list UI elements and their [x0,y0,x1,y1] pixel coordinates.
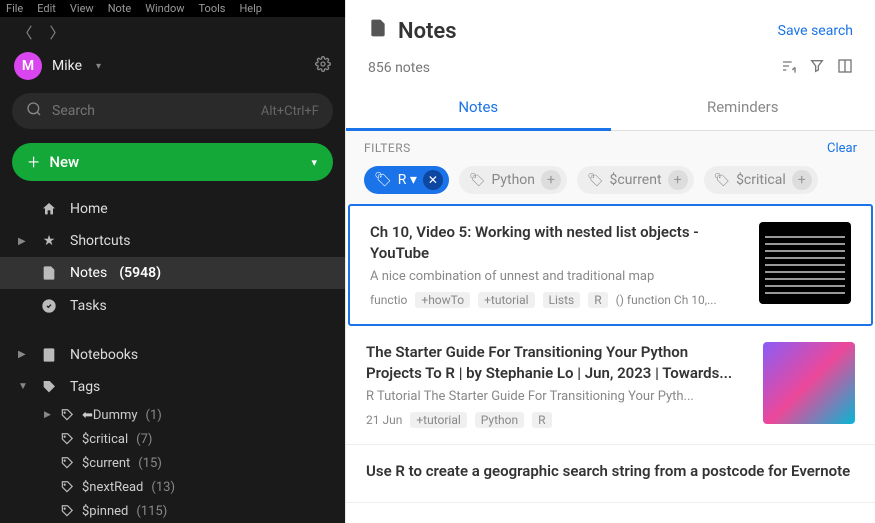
tag-icon: 🏷 [714,173,731,188]
menu-window[interactable]: Window [145,2,184,15]
note-item[interactable]: Ch 10, Video 5: Working with nested list… [348,204,873,326]
note-meta: 21 Jun+tutorialPythonR [366,412,747,428]
nav-tags[interactable]: ▼ Tags [0,371,345,403]
add-filter-icon[interactable]: + [792,170,812,190]
tag-item[interactable]: $critical (7) [34,427,345,451]
menu-view[interactable]: View [70,2,94,15]
filter-chip-active[interactable]: 🏷R ▾✕ [364,166,449,194]
back-button[interactable]: 〈 [14,21,36,43]
tab-notes[interactable]: Notes [346,86,611,131]
search-icon [26,101,42,121]
note-item[interactable]: Use R to create a geographic search stri… [346,445,875,503]
tag-item[interactable]: $pinned (115) [34,499,345,523]
menubar: File Edit View Note Window Tools Help [0,0,345,17]
note-title: Ch 10, Video 5: Working with nested list… [370,222,743,264]
search-shortcut: Alt+Ctrl+F [261,104,319,119]
filter-chip[interactable]: 🏷Python+ [459,166,567,194]
tab-reminders[interactable]: Reminders [611,86,875,130]
caret-right-icon[interactable]: ▶ [18,236,28,247]
nav-shortcuts[interactable]: ▶ ★ Shortcuts [0,225,345,257]
plus-icon: + [28,150,39,174]
tag-item[interactable]: ▶⬅Dummy (1) [34,403,345,427]
sidebar: File Edit View Note Window Tools Help 〈 … [0,0,345,523]
tag-item[interactable]: $current (15) [34,451,345,475]
note-title: Use R to create a geographic search stri… [366,461,855,482]
caret-right-icon[interactable]: ▶ [44,410,52,420]
view-tools [781,58,853,78]
search-input[interactable] [52,103,251,119]
username: Mike [52,58,82,74]
nav-home[interactable]: Home [0,193,345,225]
page-title: Notes [368,18,457,44]
profile-row: M Mike ▾ [0,47,345,85]
note-thumbnail [759,222,851,304]
avatar: M [14,52,42,80]
notes-icon [368,18,388,44]
check-icon [40,298,58,314]
home-icon [40,201,58,217]
note-icon [40,265,58,281]
add-filter-icon[interactable]: + [668,170,688,190]
sort-button[interactable] [781,58,797,78]
menu-tools[interactable]: Tools [199,2,226,15]
settings-button[interactable] [315,56,331,77]
tag-icon [40,379,58,395]
profile-menu[interactable]: M Mike ▾ [14,52,101,80]
forward-button[interactable]: 〉 [46,21,68,43]
menu-file[interactable]: File [6,2,23,15]
note-title: The Starter Guide For Transitioning Your… [366,342,747,384]
header: Notes Save search 856 notes [346,0,875,86]
filters-panel: FILTERS Clear 🏷R ▾✕ 🏷Python+ 🏷$current+ 🏷$c… [346,131,875,204]
nav-tasks[interactable]: Tasks [0,289,345,321]
chevron-down-icon: ▾ [96,61,101,72]
filter-chip[interactable]: 🏷$critical+ [704,166,818,194]
chevron-down-icon[interactable]: ▾ [311,156,317,169]
note-count: 856 notes [368,60,430,76]
note-thumbnail [763,342,855,424]
notes-list[interactable]: Ch 10, Video 5: Working with nested list… [346,204,875,523]
add-filter-icon[interactable]: + [541,170,561,190]
note-snippet: A nice combination of unnest and traditi… [370,268,743,286]
clear-filters[interactable]: Clear [827,141,857,156]
nav-notebooks[interactable]: ▶ Notebooks [0,339,345,371]
note-item[interactable]: The Starter Guide For Transitioning Your… [346,326,875,445]
save-search-link[interactable]: Save search [778,23,853,39]
tag-icon: 🏷 [587,173,604,188]
tag-item[interactable]: $nextRead (13) [34,475,345,499]
star-icon: ★ [40,233,58,249]
note-meta: functio+howTo+tutorialListsR() function … [370,292,743,308]
caret-down-icon[interactable]: ▼ [18,381,28,392]
notebook-icon [40,347,58,363]
menu-help[interactable]: Help [239,2,262,15]
remove-filter-icon[interactable]: ✕ [423,170,443,190]
menu-note[interactable]: Note [108,2,132,15]
new-label: New [49,153,79,171]
search-box[interactable]: Alt+Ctrl+F [12,93,333,129]
note-snippet: R Tutorial The Starter Guide For Transit… [366,388,747,406]
tag-icon: 🏷 [374,172,392,188]
caret-right-icon[interactable]: ▶ [18,349,28,360]
filter-button[interactable] [809,58,825,78]
filter-chips: 🏷R ▾✕ 🏷Python+ 🏷$current+ 🏷$critical+ [364,166,857,194]
filters-label: FILTERS [364,141,411,156]
main-panel: Notes Save search 856 notes Notes Remind… [345,0,875,523]
tabs: Notes Reminders [346,86,875,131]
view-toggle-button[interactable] [837,58,853,78]
tag-icon: 🏷 [469,173,486,188]
filter-chip[interactable]: 🏷$current+ [577,166,694,194]
nav-notes[interactable]: Notes (5948) [0,257,345,289]
menu-edit[interactable]: Edit [37,2,56,15]
tag-tree: ▶⬅Dummy (1)$critical (7)$current (15)$ne… [0,403,345,523]
nav-buttons: 〈 〉 [0,17,345,47]
new-button[interactable]: + New ▾ [12,143,333,181]
